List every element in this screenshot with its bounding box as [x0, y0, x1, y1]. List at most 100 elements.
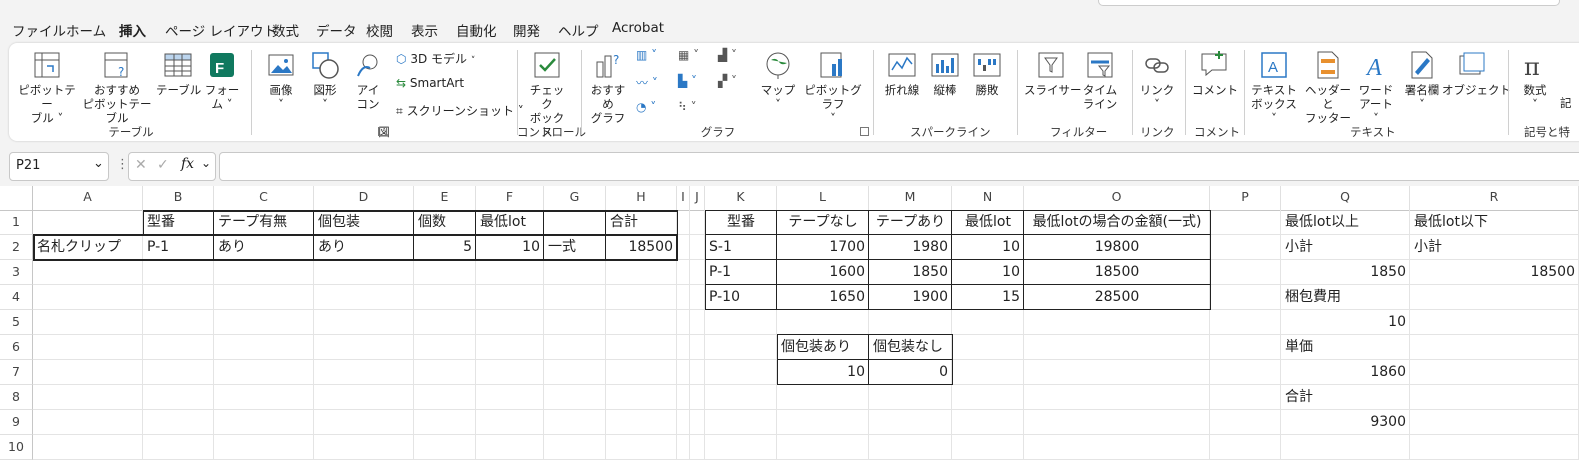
menu-page-layout[interactable]: ページ レイアウト: [165, 20, 277, 40]
cell-b1[interactable]: 型番: [143, 210, 214, 235]
menu-file[interactable]: ファイル: [12, 20, 66, 40]
object-button[interactable]: オブジェクト: [1442, 50, 1511, 97]
combo-chart-icon[interactable]: ▞ ˅: [718, 74, 737, 88]
screenshot-button[interactable]: ⌗ スクリーンショット ˅: [396, 102, 524, 119]
link-button[interactable]: リンク ˅: [1138, 50, 1176, 111]
cell-q8[interactable]: 合計: [1281, 385, 1410, 410]
row-header-3[interactable]: 3: [0, 260, 33, 285]
row-header-7[interactable]: 7: [0, 360, 33, 385]
menu-data[interactable]: データ: [316, 20, 357, 40]
cell-m1[interactable]: テープあり: [869, 210, 952, 235]
cell-l3[interactable]: 1600: [777, 260, 869, 285]
line-chart-icon[interactable]: 〰 ˅: [636, 74, 658, 91]
column-header-e[interactable]: E: [414, 186, 476, 211]
column-header-j[interactable]: J: [690, 186, 705, 211]
pivot-chart-button[interactable]: ピボットグラフ ˅: [800, 50, 866, 125]
column-header-k[interactable]: K: [705, 186, 777, 211]
column-header-b[interactable]: B: [143, 186, 214, 211]
column-header-p[interactable]: P: [1210, 186, 1281, 211]
chevron-down-icon[interactable]: ⌄: [201, 156, 211, 170]
row-header-5[interactable]: 5: [0, 310, 33, 335]
cell-l4[interactable]: 1650: [777, 285, 869, 310]
menu-view[interactable]: 表示: [411, 20, 438, 40]
menu-automate[interactable]: 自動化: [456, 20, 497, 40]
menu-formulas[interactable]: 数式: [272, 20, 299, 40]
spreadsheet-grid[interactable]: A B C D E F G H I J K L M N O P Q R 1 2 3 4 5 6 7 8 9 10 型番 テープ有無 個包装個…: [0, 186, 1579, 463]
chevron-down-icon[interactable]: ⌄: [93, 156, 104, 171]
menu-insert[interactable]: 挿入: [119, 20, 146, 46]
cell-m2[interactable]: 1980: [869, 235, 952, 260]
waterfall-chart-icon[interactable]: ▟ ˅: [718, 48, 737, 62]
maps-button[interactable]: マップ ˅: [760, 50, 796, 111]
cell-m4[interactable]: 1900: [869, 285, 952, 310]
column-header-n[interactable]: N: [952, 186, 1024, 211]
cell-o1[interactable]: 最低lotの場合の金額(一式): [1024, 210, 1210, 235]
cell-q7[interactable]: 1860: [1281, 360, 1410, 385]
cell-c2[interactable]: あり: [214, 235, 314, 260]
column-header-d[interactable]: D: [314, 186, 414, 211]
slicer-button[interactable]: スライサー: [1024, 50, 1082, 97]
cell-d1[interactable]: 個包装: [314, 210, 414, 235]
cell-g2[interactable]: 一式: [544, 235, 606, 260]
cell-l7[interactable]: 10: [777, 360, 869, 385]
search-box[interactable]: [1098, 0, 1560, 6]
column-header-g[interactable]: G: [544, 186, 606, 211]
cell-m3[interactable]: 1850: [869, 260, 952, 285]
column-header-l[interactable]: L: [777, 186, 869, 211]
cell-k4[interactable]: P-10: [705, 285, 777, 310]
comment-button[interactable]: コメント: [1192, 50, 1238, 97]
cell-a2[interactable]: 名札クリップ: [33, 235, 143, 260]
menu-review[interactable]: 校閲: [366, 20, 393, 40]
menu-developer[interactable]: 開発: [513, 20, 540, 40]
column-header-h[interactable]: H: [606, 186, 677, 211]
column-header-m[interactable]: M: [869, 186, 952, 211]
dialog-launcher-icon[interactable]: [860, 127, 869, 136]
row-header-10[interactable]: 10: [0, 435, 33, 460]
forms-button[interactable]: F フォー ム ˅: [204, 50, 240, 111]
column-header-r[interactable]: R: [1410, 186, 1579, 211]
cell-n1[interactable]: 最低lot: [952, 210, 1024, 235]
column-header-i[interactable]: I: [677, 186, 690, 211]
dialog-launcher-icon[interactable]: [378, 127, 387, 136]
cell-q6[interactable]: 単価: [1281, 335, 1410, 360]
menu-home[interactable]: ホーム: [66, 20, 106, 40]
name-box[interactable]: P21 ⌄: [9, 152, 109, 181]
sparkline-winloss-button[interactable]: 勝敗: [970, 50, 1004, 97]
hierarchy-chart-icon[interactable]: ▦ ˅: [678, 48, 699, 62]
smartart-button[interactable]: ⇆ SmartArt: [396, 76, 464, 90]
cell-m6[interactable]: 個包装なし: [869, 335, 952, 360]
icons-button[interactable]: アイ コン: [350, 50, 386, 111]
sparkline-column-button[interactable]: 縦棒: [928, 50, 962, 97]
scatter-chart-icon[interactable]: ⠳ ˅: [678, 100, 697, 114]
cell-o2[interactable]: 19800: [1024, 235, 1210, 260]
cell-o3[interactable]: 18500: [1024, 260, 1210, 285]
cell-l6[interactable]: 個包装あり: [777, 335, 869, 360]
cell-q1[interactable]: 最低lot以上: [1281, 210, 1410, 235]
cancel-icon[interactable]: ✕: [135, 157, 147, 173]
row-header-2[interactable]: 2: [0, 235, 33, 260]
signature-line-button[interactable]: 署名欄 ˅: [1400, 50, 1444, 111]
cell-h2[interactable]: 18500: [606, 235, 677, 260]
row-header-4[interactable]: 4: [0, 285, 33, 310]
cell-o4[interactable]: 28500: [1024, 285, 1210, 310]
row-header-1[interactable]: 1: [0, 210, 33, 235]
cell-r2[interactable]: 小計: [1410, 235, 1579, 260]
wordart-button[interactable]: A ワード アート ˅: [1356, 50, 1396, 125]
cell-h1[interactable]: 合計: [606, 210, 677, 235]
header-footer-button[interactable]: ヘッダーと フッター: [1302, 50, 1354, 125]
cell-n4[interactable]: 15: [952, 285, 1024, 310]
cell-e2[interactable]: 5: [414, 235, 476, 260]
cell-b2[interactable]: P-1: [143, 235, 214, 260]
cell-q3[interactable]: 1850: [1281, 260, 1410, 285]
cell-k2[interactable]: S-1: [705, 235, 777, 260]
recommended-charts-button[interactable]: ? おすすめ グラフ: [586, 50, 630, 125]
cell-f2[interactable]: 10: [476, 235, 544, 260]
formula-input[interactable]: [219, 152, 1579, 181]
cell-q2[interactable]: 小計: [1281, 235, 1410, 260]
insert-function-icon[interactable]: fx: [181, 156, 194, 172]
cell-f1[interactable]: 最低lot: [476, 210, 544, 235]
column-header-q[interactable]: Q: [1281, 186, 1410, 211]
equation-button[interactable]: π 数式 ˅: [1516, 50, 1554, 111]
cell-n2[interactable]: 10: [952, 235, 1024, 260]
shapes-button[interactable]: 図形 ˅: [306, 50, 344, 111]
